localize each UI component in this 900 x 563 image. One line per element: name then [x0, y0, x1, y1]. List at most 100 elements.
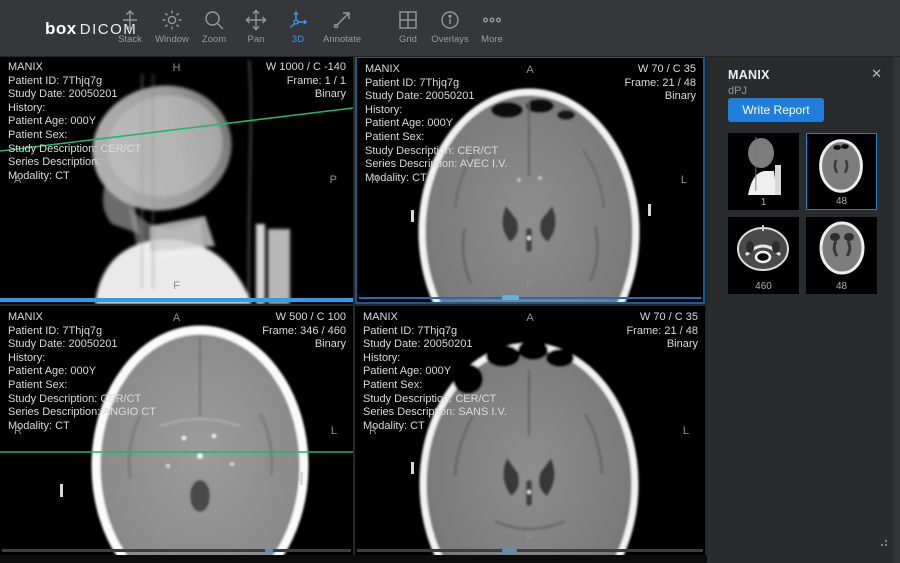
info-line: Patient ID: 7Thjq7g [8, 74, 103, 87]
series-thumbnail-sans-iv[interactable]: 48 [806, 217, 877, 294]
info-line: Study Description: CER/CT [8, 392, 142, 405]
study-subtitle: dPJ [728, 85, 747, 97]
thumbnail-frame-count: 460 [755, 281, 772, 292]
info-line: History: [365, 103, 403, 116]
thumbnail-scout-image [748, 137, 781, 195]
orientation-marker-right: L [682, 424, 689, 437]
tool-more[interactable]: More [464, 9, 520, 45]
info-line: Modality: CT [365, 171, 427, 184]
thumbnail-skullbase-image [737, 225, 789, 271]
orientation-marker-right: L [680, 174, 687, 186]
orientation-marker-right: L [330, 424, 337, 437]
info-line: Modality: CT [8, 169, 70, 182]
dicom-viewer-app: box DICOM Stack Window Zoom Pan 3D Annota… [0, 0, 900, 563]
magnifier-icon [205, 11, 224, 30]
scrollbar-thumb[interactable] [264, 549, 273, 552]
series-thumbnail-scout[interactable]: 1 [728, 133, 799, 210]
more-dots-icon [483, 17, 501, 23]
tool-annotate[interactable]: Annotate [314, 9, 370, 45]
viewport-axial-sans-iv[interactable]: MANIX Patient ID: 7Thjq7g Study Date: 20… [355, 306, 705, 555]
info-line: Study Date: 20050201 [365, 90, 475, 103]
stack-scrollbar[interactable] [2, 549, 351, 552]
info-line: Series Description: AVEC I.V. [365, 158, 508, 171]
orientation-marker-top: H [172, 62, 181, 74]
info-line: Modality: CT [8, 419, 70, 432]
info-line: History: [8, 351, 46, 364]
thumbnail-frame-count: 48 [835, 196, 848, 207]
viewport-grid: MANIX Patient ID: 7Thjq7g Study Date: 20… [0, 56, 707, 563]
frame-counter: Frame: 1 / 1 [286, 74, 346, 87]
viewport-angio-ct[interactable]: MANIX Patient ID: 7Thjq7g Study Date: 20… [0, 306, 353, 555]
series-thumbnail-avec-iv[interactable]: 48 [806, 133, 877, 210]
orientation-marker-top: A [526, 312, 534, 324]
window-level: W 70 / C 35 [639, 311, 698, 323]
info-line: Patient Age: 000Y [8, 115, 97, 128]
stack-scrollbar[interactable] [359, 297, 701, 299]
info-line: Patient Sex: [365, 130, 425, 143]
brightness-icon [162, 10, 182, 30]
thumbnail-frame-count: 48 [835, 281, 848, 292]
thumbnail-brain-image [819, 221, 865, 275]
info-line: Patient Age: 000Y [365, 117, 454, 130]
orientation-marker-bottom: P [526, 278, 534, 290]
scrollbar-thumb[interactable] [502, 549, 517, 552]
stack-scrollbar[interactable] [357, 549, 703, 552]
orientation-marker-top: A [172, 312, 181, 324]
study-panel: MANIX dPJ ✕ Write Report 1 48 460 48 [707, 56, 900, 563]
series-thumbnail-angio[interactable]: 460 [728, 217, 799, 294]
info-line: History: [363, 351, 401, 364]
info-line: Study Description: CER/CT [365, 144, 499, 157]
window-level: W 70 / C 35 [637, 63, 696, 75]
info-line: MANIX [8, 61, 43, 73]
window-level: W 500 / C 100 [275, 311, 346, 323]
panel-scrollbar[interactable] [893, 56, 900, 563]
tool-label: More [481, 34, 503, 45]
info-icon [441, 11, 459, 29]
viewport-axial-avec-iv[interactable]: MANIX Patient ID: 7Thjq7g Study Date: 20… [355, 56, 705, 304]
study-title: MANIX [728, 68, 770, 82]
window-level-overlay: W 500 / C 100 Frame: 346 / 460 Binary [262, 311, 346, 352]
orientation-marker-left: R [14, 424, 22, 437]
tool-label: Annotate [322, 34, 362, 45]
info-line: Study Date: 20050201 [8, 338, 118, 351]
frame-counter: Frame: 21 / 48 [624, 76, 696, 89]
orientation-marker-bottom: F [173, 280, 180, 292]
orientation-marker-left: A [14, 174, 22, 186]
info-line: Patient Sex: [363, 378, 423, 391]
patient-info-overlay: MANIX Patient ID: 7Thjq7g Study Date: 20… [8, 61, 141, 183]
encoding-label: Binary [314, 338, 346, 351]
grid-icon [399, 11, 417, 29]
patient-info-overlay: MANIX Patient ID: 7Thjq7g Study Date: 20… [8, 311, 156, 433]
resize-handle-icon[interactable] [879, 538, 887, 546]
scrollbar-thumb[interactable] [502, 295, 519, 300]
orientation-marker-left: R [371, 174, 379, 186]
frame-counter: Frame: 21 / 48 [626, 324, 698, 337]
info-line: Series Description: [8, 156, 101, 169]
info-line: MANIX [8, 311, 43, 323]
bottom-gutter [0, 555, 707, 563]
info-line: Study Description: CER/CT [363, 392, 497, 405]
orientation-marker-bottom: P [172, 531, 181, 543]
info-line: Series Description: SANS I.V. [363, 406, 507, 419]
window-level: W 1000 / C -140 [265, 61, 346, 73]
close-icon[interactable]: ✕ [871, 66, 882, 82]
window-level-overlay: W 70 / C 35 Frame: 21 / 48 Binary [624, 63, 696, 104]
patient-info-overlay: MANIX Patient ID: 7Thjq7g Study Date: 20… [365, 63, 507, 185]
info-line: Patient Age: 000Y [363, 365, 452, 378]
frame-counter: Frame: 346 / 460 [262, 324, 346, 337]
orientation-marker-top: A [526, 64, 534, 76]
encoding-label: Binary [314, 88, 346, 101]
info-line: Patient ID: 7Thjq7g [363, 324, 458, 337]
info-line: Study Description: CER/CT [8, 142, 142, 155]
viewport-scout[interactable]: MANIX Patient ID: 7Thjq7g Study Date: 20… [0, 56, 353, 304]
info-line: Patient ID: 7Thjq7g [8, 324, 103, 337]
annotate-arrow-icon [333, 12, 350, 29]
info-line: Patient Sex: [8, 378, 68, 391]
info-line: Patient ID: 7Thjq7g [365, 76, 460, 89]
orientation-marker-bottom: P [526, 531, 534, 543]
window-level-overlay: W 1000 / C -140 Frame: 1 / 1 Binary [266, 61, 346, 102]
info-line: MANIX [365, 63, 400, 75]
stack-scrollbar[interactable] [0, 298, 353, 302]
encoding-label: Binary [664, 90, 696, 103]
write-report-button[interactable]: Write Report [728, 98, 824, 122]
